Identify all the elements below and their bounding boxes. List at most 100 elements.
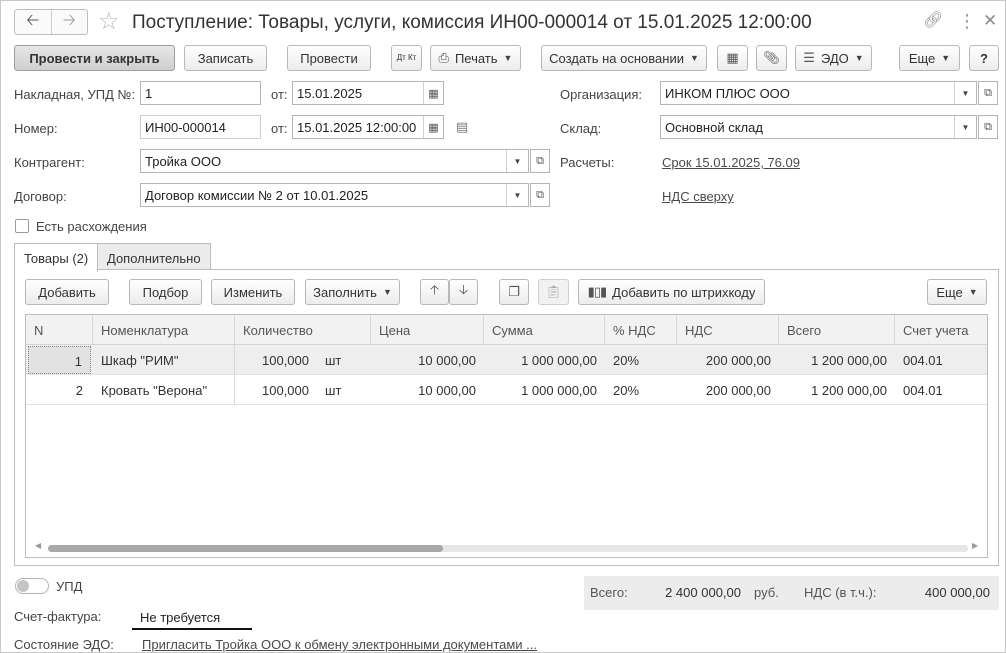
page-title: Поступление: Товары, услуги, комиссия ИН…: [132, 12, 812, 33]
invoice-status-value[interactable]: Не требуется: [140, 610, 220, 626]
number-date-value: 15.01.2025 12:00:00: [297, 120, 417, 135]
more-label: Еще: [908, 50, 936, 66]
currency-label: руб.: [754, 585, 779, 600]
row-vat-rate: 20%: [613, 383, 640, 398]
edo-button[interactable]: ☰ ЭДО ▼: [795, 45, 872, 71]
chevron-down-icon[interactable]: ▼: [506, 184, 528, 206]
link-icon[interactable]: 🔗︎: [923, 10, 943, 32]
number-field[interactable]: ИН00-000014: [140, 115, 261, 139]
invoice-date-field[interactable]: 15.01.2025 ▦: [292, 81, 444, 105]
row-price: 10 000,00: [418, 353, 476, 368]
open-counterparty-icon[interactable]: ⧉: [530, 149, 550, 173]
warehouse-field[interactable]: Основной склад ▼: [660, 115, 977, 139]
vat-total-value: 400 000,00: [924, 585, 990, 600]
contract-label: Договор:: [14, 189, 67, 204]
col-quantity[interactable]: Количество: [235, 315, 371, 345]
invoice-date-label: от:: [271, 87, 288, 102]
table-row[interactable]: 2 Кровать "Верона" 100,000 шт 10 000,00 …: [26, 375, 987, 405]
tab-goods[interactable]: Товары (2): [14, 243, 99, 272]
col-sum[interactable]: Сумма: [484, 315, 605, 345]
add-by-barcode-button[interactable]: ▮▯▮ Добавить по штрихкоду: [578, 279, 765, 305]
edit-button[interactable]: Изменить: [211, 279, 295, 305]
create-based-button[interactable]: Создать на основании ▼: [541, 45, 707, 71]
counterparty-value: Тройка ООО: [145, 154, 222, 169]
row-unit: шт: [325, 353, 342, 368]
post-and-close-button[interactable]: Провести и закрыть: [14, 45, 175, 71]
chevron-down-icon: ▼: [968, 287, 978, 297]
open-organization-icon[interactable]: ⧉: [978, 81, 998, 105]
close-icon[interactable]: ✕: [983, 10, 997, 32]
more-vertical-icon[interactable]: ⋮: [958, 10, 976, 32]
col-total[interactable]: Всего: [779, 315, 895, 345]
row-vat: 200 000,00: [705, 353, 771, 368]
row-quantity: 100,000: [262, 383, 309, 398]
move-up-button[interactable]: 🡡: [420, 279, 449, 305]
organization-field[interactable]: ИНКОМ ПЛЮС ООО ▼: [660, 81, 977, 105]
row-total: 1 200 000,00: [811, 383, 887, 398]
goods-table: N Номенклатура Количество Цена Сумма % Н…: [25, 314, 988, 558]
calendar-icon[interactable]: ▦: [423, 116, 443, 138]
scroll-left-icon[interactable]: ◀: [35, 541, 41, 550]
col-nomenclature[interactable]: Номенклатура: [93, 315, 235, 345]
chevron-down-icon[interactable]: ▼: [954, 82, 976, 104]
scroll-right-icon[interactable]: ▶: [972, 541, 978, 550]
create-based-label: Создать на основании: [549, 50, 684, 66]
col-price[interactable]: Цена: [371, 315, 484, 345]
edo-invite-link[interactable]: Пригласить Тройка ООО к обмену электронн…: [142, 637, 537, 653]
row-name: Кровать "Верона": [93, 375, 235, 405]
warehouse-value: Основной склад: [665, 120, 763, 135]
post-button[interactable]: Провести: [287, 45, 371, 71]
arrow-up-icon: 🡡: [429, 282, 440, 297]
table-more-button[interactable]: Еще ▼: [927, 279, 987, 305]
settlements-link[interactable]: Срок 15.01.2025, 76.09: [662, 155, 800, 171]
table-more-label: Еще: [936, 284, 963, 300]
comment-icon[interactable]: ▤: [456, 119, 468, 135]
attachments-button[interactable]: 📎︎: [756, 45, 787, 71]
help-button[interactable]: ?: [969, 45, 999, 71]
invoice-no-field[interactable]: 1: [140, 81, 261, 105]
scrollbar-thumb[interactable]: [48, 545, 443, 552]
back-arrow-icon[interactable]: 🡠: [15, 10, 51, 34]
chevron-down-icon[interactable]: ▼: [954, 116, 976, 138]
more-button[interactable]: Еще ▼: [899, 45, 960, 71]
row-account: 004.01: [903, 353, 943, 368]
upd-toggle[interactable]: [15, 578, 49, 594]
open-contract-icon[interactable]: ⧉: [530, 183, 550, 207]
col-account[interactable]: Счет учета: [895, 315, 987, 345]
row-unit: шт: [325, 383, 342, 398]
col-vat-rate[interactable]: % НДС: [605, 315, 677, 345]
contract-value: Договор комиссии № 2 от 10.01.2025: [145, 188, 369, 203]
col-n[interactable]: N: [26, 315, 93, 345]
paste-button[interactable]: 📋︎: [538, 279, 569, 305]
row-number: 2: [75, 383, 83, 398]
fill-button[interactable]: Заполнить ▼: [305, 279, 400, 305]
tab-additional[interactable]: Дополнительно: [97, 243, 211, 271]
horizontal-scrollbar[interactable]: [48, 545, 968, 552]
col-vat[interactable]: НДС: [677, 315, 779, 345]
counterparty-field[interactable]: Тройка ООО ▼: [140, 149, 529, 173]
chevron-down-icon: ▼: [689, 53, 699, 63]
calendar-icon[interactable]: ▦: [423, 82, 443, 104]
open-warehouse-icon[interactable]: ⧉: [978, 115, 998, 139]
vat-mode-link[interactable]: НДС сверху: [662, 189, 734, 205]
discrepancy-checkbox[interactable]: [15, 219, 29, 233]
dt-kt-button[interactable]: Дт Кт: [391, 45, 422, 71]
invoice-status-underline: [132, 628, 252, 630]
table-row[interactable]: 1 Шкаф "РИМ" 100,000 шт 10 000,00 1 000 …: [26, 345, 987, 375]
pick-button[interactable]: Подбор: [129, 279, 202, 305]
row-vat-rate: 20%: [613, 353, 640, 368]
contract-field[interactable]: Договор комиссии № 2 от 10.01.2025 ▼: [140, 183, 529, 207]
fill-label: Заполнить: [313, 284, 377, 300]
forward-arrow-icon[interactable]: 🡢: [50, 10, 88, 34]
favorite-star-icon[interactable]: ☆: [98, 8, 120, 36]
structure-button[interactable]: ▦: [717, 45, 748, 71]
add-row-button[interactable]: Добавить: [25, 279, 109, 305]
printer-icon: ⎙: [438, 50, 449, 65]
edo-status-label: Состояние ЭДО:: [14, 637, 114, 652]
move-down-button[interactable]: 🡣: [449, 279, 478, 305]
copy-button[interactable]: ❐: [499, 279, 529, 305]
number-date-field[interactable]: 15.01.2025 12:00:00 ▦: [292, 115, 444, 139]
print-button[interactable]: ⎙ Печать ▼: [430, 45, 521, 71]
save-button[interactable]: Записать: [184, 45, 267, 71]
chevron-down-icon[interactable]: ▼: [506, 150, 528, 172]
